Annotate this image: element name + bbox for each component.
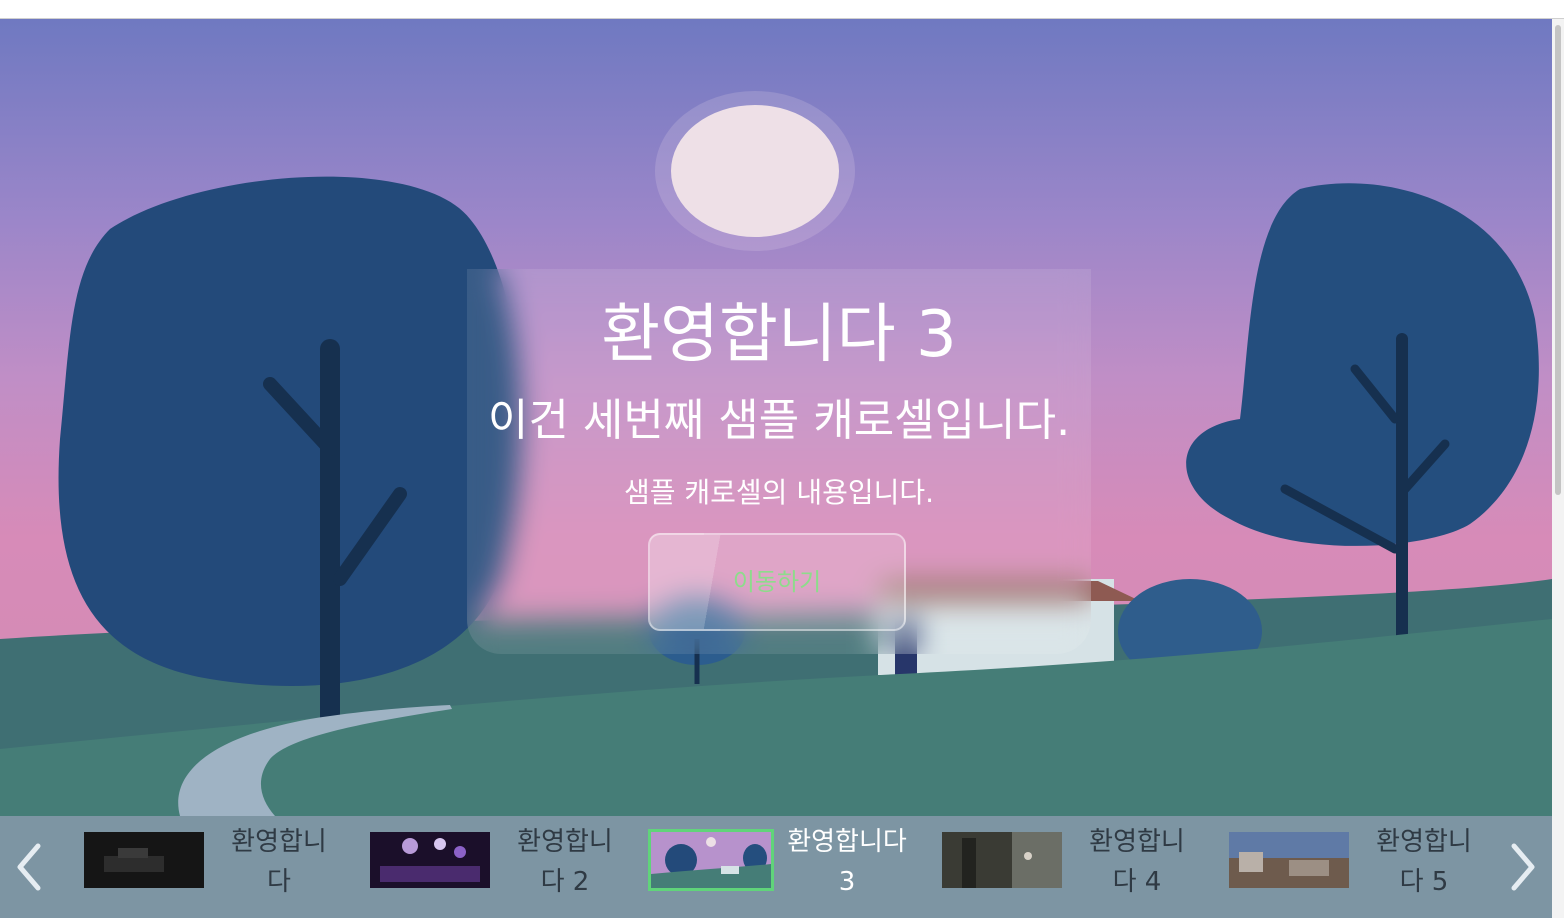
- go-button[interactable]: 이동하기: [648, 533, 906, 631]
- thumbnail-image-1: [84, 832, 204, 888]
- thumbnail-item-4[interactable]: 환영합니다 4: [942, 822, 1202, 908]
- browser-top-edge: [0, 0, 1564, 19]
- thumbnail-label-5: 환영합니다 5: [1376, 827, 1472, 897]
- thumbnail-image-5: [1229, 832, 1349, 888]
- carousel-thumbnail-bar: 환영합니다 환영합니다 2 환영합니다 3 환영합니다 4 환영합니다 5: [0, 816, 1552, 918]
- slide-subtitle: 이건 세번째 샘플 캐로셀입니다.: [487, 395, 1071, 446]
- thumbnail-item-5[interactable]: 환영합니다 5: [1229, 822, 1489, 908]
- thumbnail-image-4: [942, 832, 1062, 888]
- thumbnail-item-3[interactable]: 환영합니다 3: [648, 822, 921, 908]
- thumbnail-image-3: [648, 829, 774, 891]
- thumbnail-item-2[interactable]: 환영합니다 2: [370, 822, 630, 908]
- slide-body-text: 샘플 캐로셀의 내용입니다.: [623, 476, 935, 509]
- scrollbar-thumb[interactable]: [1555, 25, 1561, 495]
- slide-title: 환영합니다 3: [601, 298, 957, 372]
- thumbnail-label-2: 환영합니다 2: [517, 827, 613, 897]
- chevron-left-icon: [17, 843, 41, 891]
- chevron-right-icon: [1511, 843, 1535, 891]
- carousel-next-button[interactable]: [1502, 838, 1542, 896]
- thumbnail-label-3: 환영합니다 3: [787, 827, 907, 897]
- page-scrollbar[interactable]: [1552, 19, 1564, 918]
- thumbnail-item-1[interactable]: 환영합니다: [84, 822, 344, 908]
- thumbnail-label-1: 환영합니다: [231, 827, 327, 897]
- carousel-slide: 환영합니다 3 이건 세번째 샘플 캐로셀입니다. 샘플 캐로셀의 내용입니다.…: [0, 19, 1552, 816]
- thumbnail-image-2: [370, 832, 490, 888]
- slide-caption-panel: 환영합니다 3 이건 세번째 샘플 캐로셀입니다. 샘플 캐로셀의 내용입니다.…: [467, 269, 1091, 654]
- carousel-prev-button[interactable]: [10, 838, 50, 896]
- thumbnail-label-4: 환영합니다 4: [1089, 827, 1185, 897]
